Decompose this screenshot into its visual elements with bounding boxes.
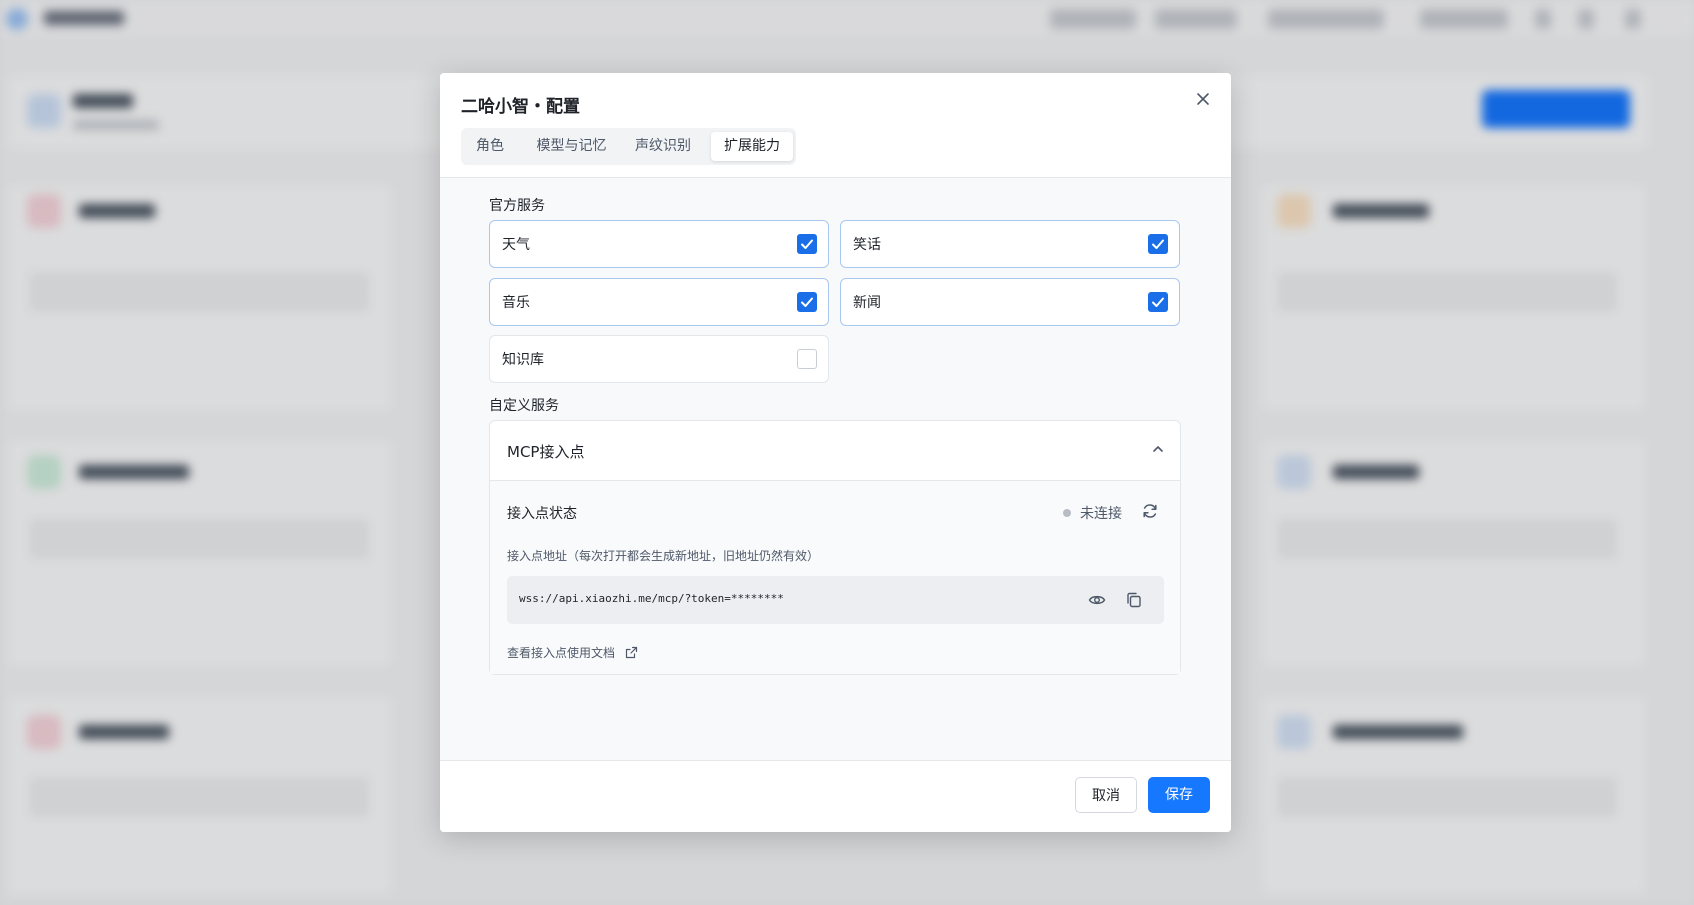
mcp-panel-header[interactable]: MCP接入点 <box>490 421 1180 481</box>
save-button[interactable]: 保存 <box>1148 777 1210 813</box>
endpoint-status-label: 接入点状态 <box>507 506 577 522</box>
tab-voiceprint[interactable]: 声纹识别 <box>625 132 701 161</box>
service-checkbox[interactable] <box>797 292 817 312</box>
service-weather[interactable]: 天气 <box>489 220 829 268</box>
close-icon <box>1197 93 1209 105</box>
service-checkbox[interactable] <box>797 349 817 369</box>
service-name: 新闻 <box>853 295 881 311</box>
modal-body: 官方服务 天气 笑话 音乐 新闻 知识库 自定义服务 MCP接入点 接入点状态 … <box>440 178 1231 761</box>
service-joke[interactable]: 笑话 <box>840 220 1180 268</box>
status-indicator <box>1063 509 1071 517</box>
chevron-up-icon <box>1153 446 1163 452</box>
modal-footer: 取消 保存 <box>440 760 1231 832</box>
cancel-button[interactable]: 取消 <box>1075 777 1137 813</box>
eye-icon <box>1088 595 1106 605</box>
service-knowledge-base[interactable]: 知识库 <box>489 335 829 383</box>
tab-model-memory[interactable]: 模型与记忆 <box>519 132 624 161</box>
endpoint-address-label: 接入点地址（每次打开都会生成新地址，旧地址仍然有效） <box>507 549 820 563</box>
endpoint-address-field[interactable]: wss://api.xiaozhi.me/mcp/?token=******** <box>507 576 1164 624</box>
service-name: 笑话 <box>853 237 881 253</box>
show-address-button[interactable] <box>1088 591 1106 609</box>
service-news[interactable]: 新闻 <box>840 278 1180 326</box>
close-button[interactable] <box>1191 87 1215 111</box>
endpoint-status-text: 未连接 <box>1080 506 1122 522</box>
mcp-panel: MCP接入点 接入点状态 未连接 接入点地址（每次打开都会生成新地址，旧地址仍然… <box>489 420 1181 675</box>
mcp-panel-title: MCP接入点 <box>507 443 585 461</box>
copy-address-button[interactable] <box>1125 591 1143 609</box>
custom-services-label: 自定义服务 <box>489 398 559 414</box>
service-name: 知识库 <box>502 352 544 368</box>
external-link-icon <box>625 646 637 659</box>
endpoint-address-value[interactable]: wss://api.xiaozhi.me/mcp/?token=******** <box>519 592 784 605</box>
copy-icon <box>1127 592 1141 608</box>
modal-header: 二哈小智・配置 角色 模型与记忆 声纹识别 扩展能力 <box>440 73 1231 178</box>
service-name: 天气 <box>502 237 530 253</box>
config-modal: 二哈小智・配置 角色 模型与记忆 声纹识别 扩展能力 官方服务 天气 笑话 音乐… <box>440 73 1231 832</box>
modal-title: 二哈小智・配置 <box>461 97 580 117</box>
check-icon <box>1152 239 1164 249</box>
check-icon <box>1152 297 1164 307</box>
check-icon <box>801 297 813 307</box>
service-music[interactable]: 音乐 <box>489 278 829 326</box>
service-name: 音乐 <box>502 295 530 311</box>
service-checkbox[interactable] <box>1148 292 1168 312</box>
tab-role[interactable]: 角色 <box>465 132 515 161</box>
mcp-panel-content: 接入点状态 未连接 接入点地址（每次打开都会生成新地址，旧地址仍然有效） wss… <box>490 481 1180 674</box>
tab-bar: 角色 模型与记忆 声纹识别 扩展能力 <box>461 128 796 165</box>
refresh-icon <box>1143 504 1157 518</box>
service-checkbox[interactable] <box>797 234 817 254</box>
endpoint-doc-link[interactable]: 查看接入点使用文档 <box>507 644 638 661</box>
official-services-label: 官方服务 <box>489 198 545 214</box>
tab-extensions[interactable]: 扩展能力 <box>711 132 793 161</box>
endpoint-doc-link-text: 查看接入点使用文档 <box>507 646 616 660</box>
check-icon <box>801 239 813 249</box>
refresh-button[interactable] <box>1141 502 1159 520</box>
service-checkbox[interactable] <box>1148 234 1168 254</box>
